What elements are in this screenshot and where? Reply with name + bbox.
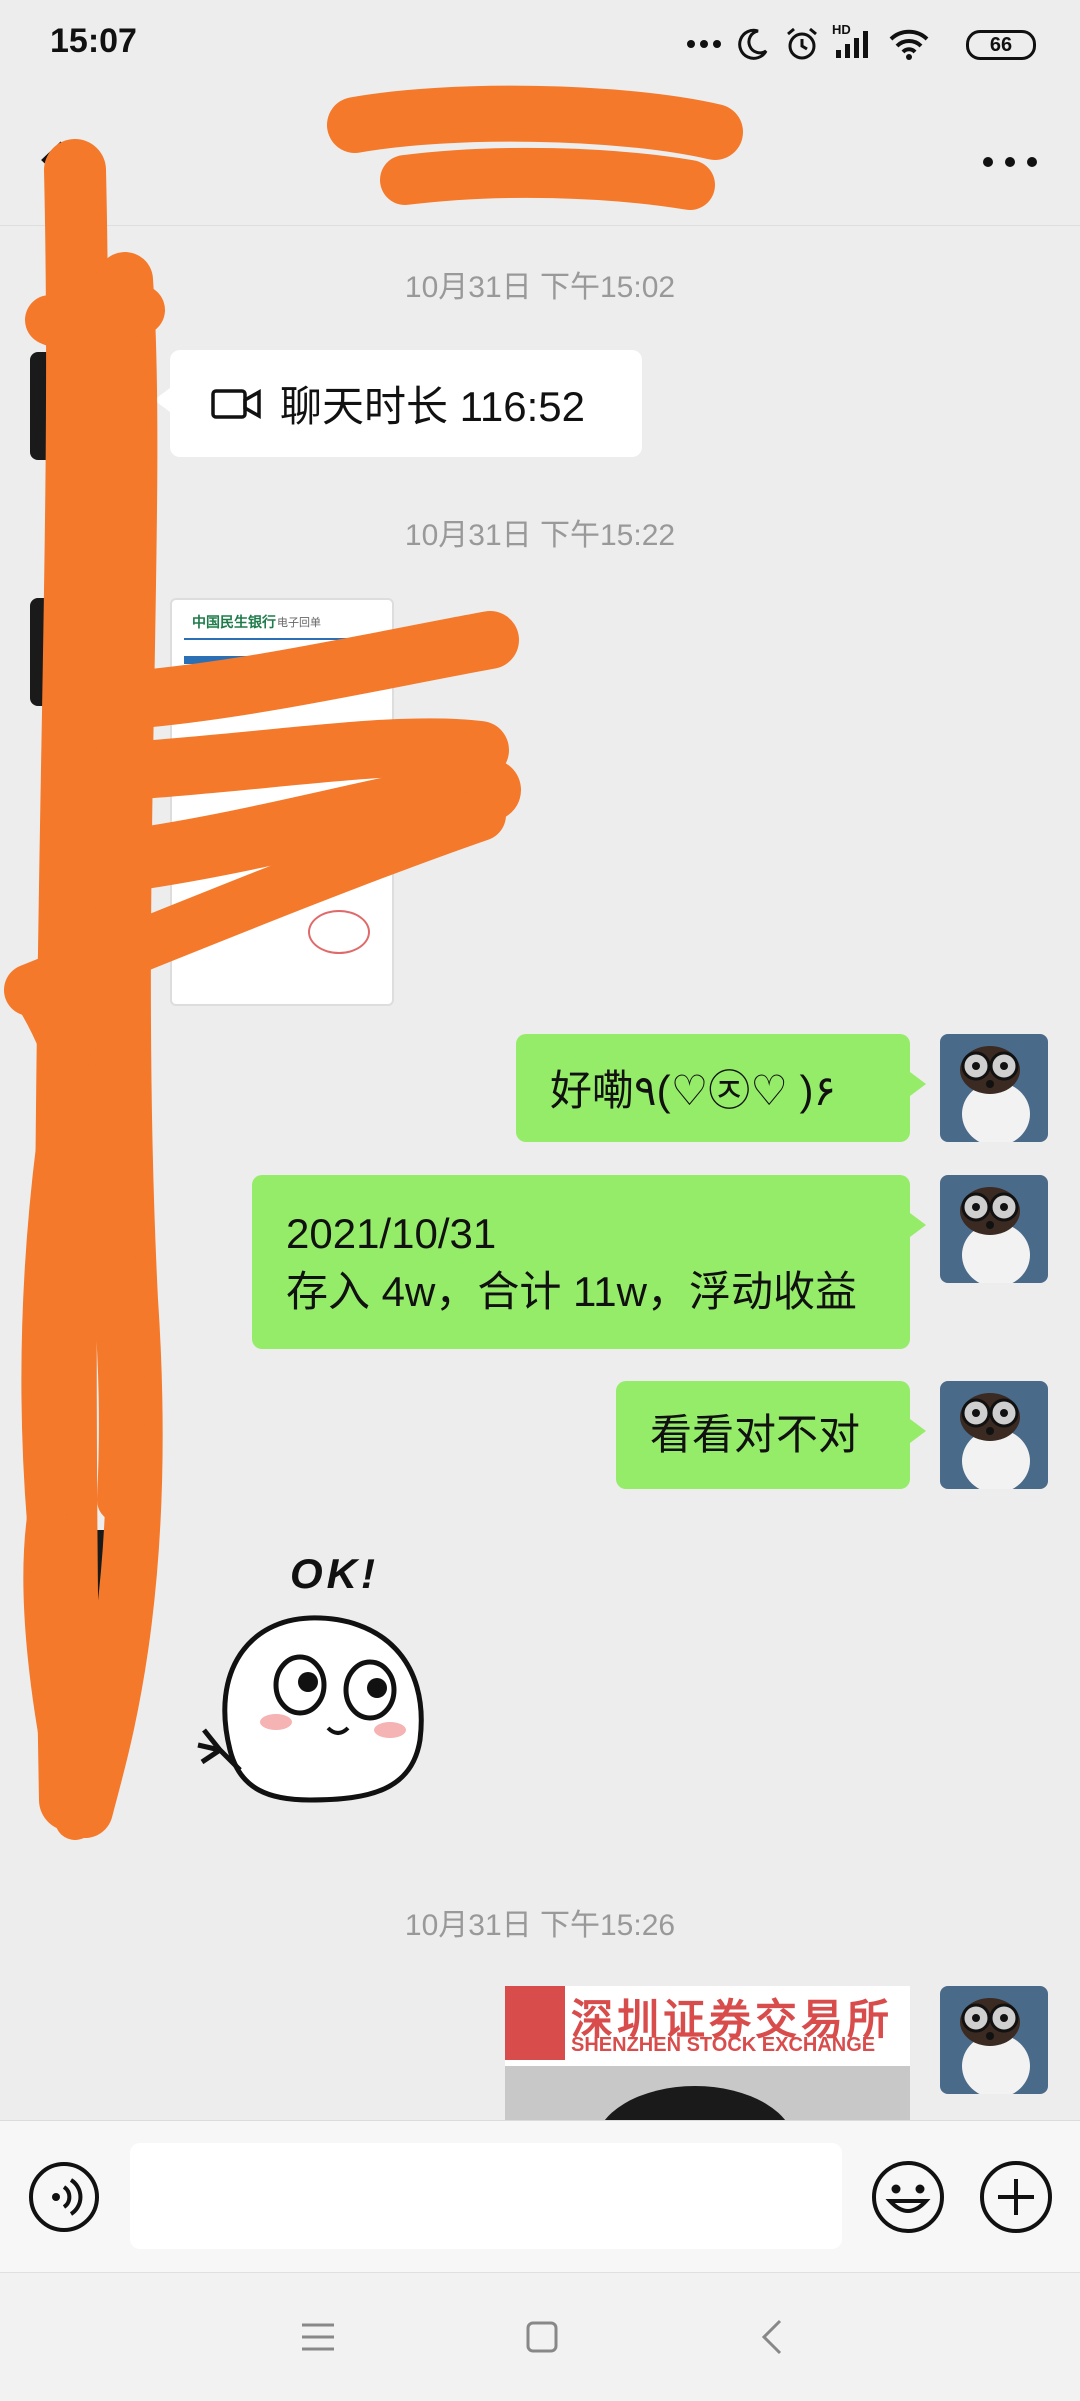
- message-text: 看看对不对: [650, 1411, 861, 1458]
- contact-avatar[interactable]: [30, 1530, 138, 1638]
- back-button[interactable]: [30, 135, 80, 185]
- signal-icon: HD: [832, 22, 874, 60]
- moon-icon: [738, 28, 768, 60]
- exchange-name-en: SHENZHEN STOCK EXCHANGE: [571, 2034, 876, 2056]
- ok-sticker[interactable]: OK!: [190, 1550, 490, 1830]
- message-text: 好嘞٩(♡㉨♡ )۶: [550, 1067, 837, 1114]
- system-nav-bar: [0, 2272, 1080, 2401]
- divider: [184, 656, 380, 664]
- plus-button[interactable]: [978, 2159, 1054, 2235]
- divider: [184, 638, 380, 640]
- status-bar: 15:07 HD 66: [0, 0, 1080, 90]
- sent-message-bubble[interactable]: 2021/10/31 存入 4w，合计 11w，浮动收益: [252, 1175, 926, 1349]
- sent-message-bubble[interactable]: 好嘞٩(♡㉨♡ )۶: [516, 1034, 926, 1142]
- doc-label: 电子回单: [277, 617, 321, 629]
- back-arrow-icon: [41, 141, 64, 179]
- back-icon: [761, 2319, 782, 2355]
- stamp-icon: [308, 910, 370, 954]
- status-icons: HD: [686, 22, 930, 62]
- alarm-icon: [787, 27, 817, 60]
- emoji-icon: [872, 2161, 944, 2233]
- message-line-2: 存入 4w，合计 11w，浮动收益: [286, 1268, 857, 1315]
- voice-icon: [29, 2162, 99, 2232]
- video-call-icon: [211, 388, 261, 419]
- input-bar: [0, 2120, 1080, 2273]
- timestamp: 10月31日 下午15:02: [404, 271, 676, 304]
- voice-button[interactable]: [28, 2161, 100, 2233]
- exchange-image[interactable]: 深圳证券交易所 SHENZHEN STOCK EXCHANGE: [505, 1986, 910, 2120]
- timestamp: 10月31日 下午15:22: [404, 519, 676, 552]
- status-time: 15:07: [50, 22, 137, 60]
- emoji-button[interactable]: [870, 2159, 946, 2235]
- timestamp: 10月31日 下午15:26: [404, 1909, 676, 1942]
- battery-icon: 66: [966, 30, 1036, 60]
- my-avatar[interactable]: [940, 1986, 1048, 2094]
- dog-avatar-icon: [940, 1175, 1048, 1283]
- bank-name: 中国民生银行: [192, 614, 276, 630]
- home-icon: [526, 2321, 558, 2353]
- my-avatar[interactable]: [940, 1034, 1048, 1142]
- my-avatar[interactable]: [940, 1381, 1048, 1489]
- message-input[interactable]: [130, 2143, 842, 2249]
- menu-icon: [302, 2323, 334, 2351]
- plus-icon: [980, 2161, 1052, 2233]
- message-line-1: 2021/10/31: [286, 1210, 497, 1257]
- image-photo: [505, 2066, 910, 2120]
- dog-avatar-icon: [940, 1034, 1048, 1142]
- wifi-icon: [889, 29, 929, 60]
- home-button[interactable]: [522, 2317, 562, 2357]
- more-button[interactable]: [980, 150, 1040, 174]
- nav-back-button[interactable]: [752, 2315, 792, 2359]
- menu-button[interactable]: [298, 2317, 338, 2357]
- more-icon: [983, 157, 1037, 167]
- contact-avatar[interactable]: [30, 598, 138, 706]
- signal-label: HD: [832, 22, 851, 37]
- exchange-logo-icon: [505, 1986, 565, 2060]
- my-avatar[interactable]: [940, 1175, 1048, 1283]
- bank-receipt-image[interactable]: 中国民生银行 电子回单: [170, 598, 394, 1006]
- chat-header: [0, 100, 1080, 226]
- sent-message-bubble[interactable]: 看看对不对: [616, 1381, 926, 1489]
- call-duration: 聊天时长 116:52: [280, 383, 586, 430]
- contact-avatar[interactable]: [30, 352, 138, 460]
- dog-avatar-icon: [940, 1381, 1048, 1489]
- sticker-text: OK!: [290, 1550, 379, 1597]
- dog-avatar-icon: [940, 1986, 1048, 2094]
- call-record-bubble[interactable]: 聊天时长 116:52: [154, 350, 642, 457]
- more-dots-icon: [687, 40, 721, 48]
